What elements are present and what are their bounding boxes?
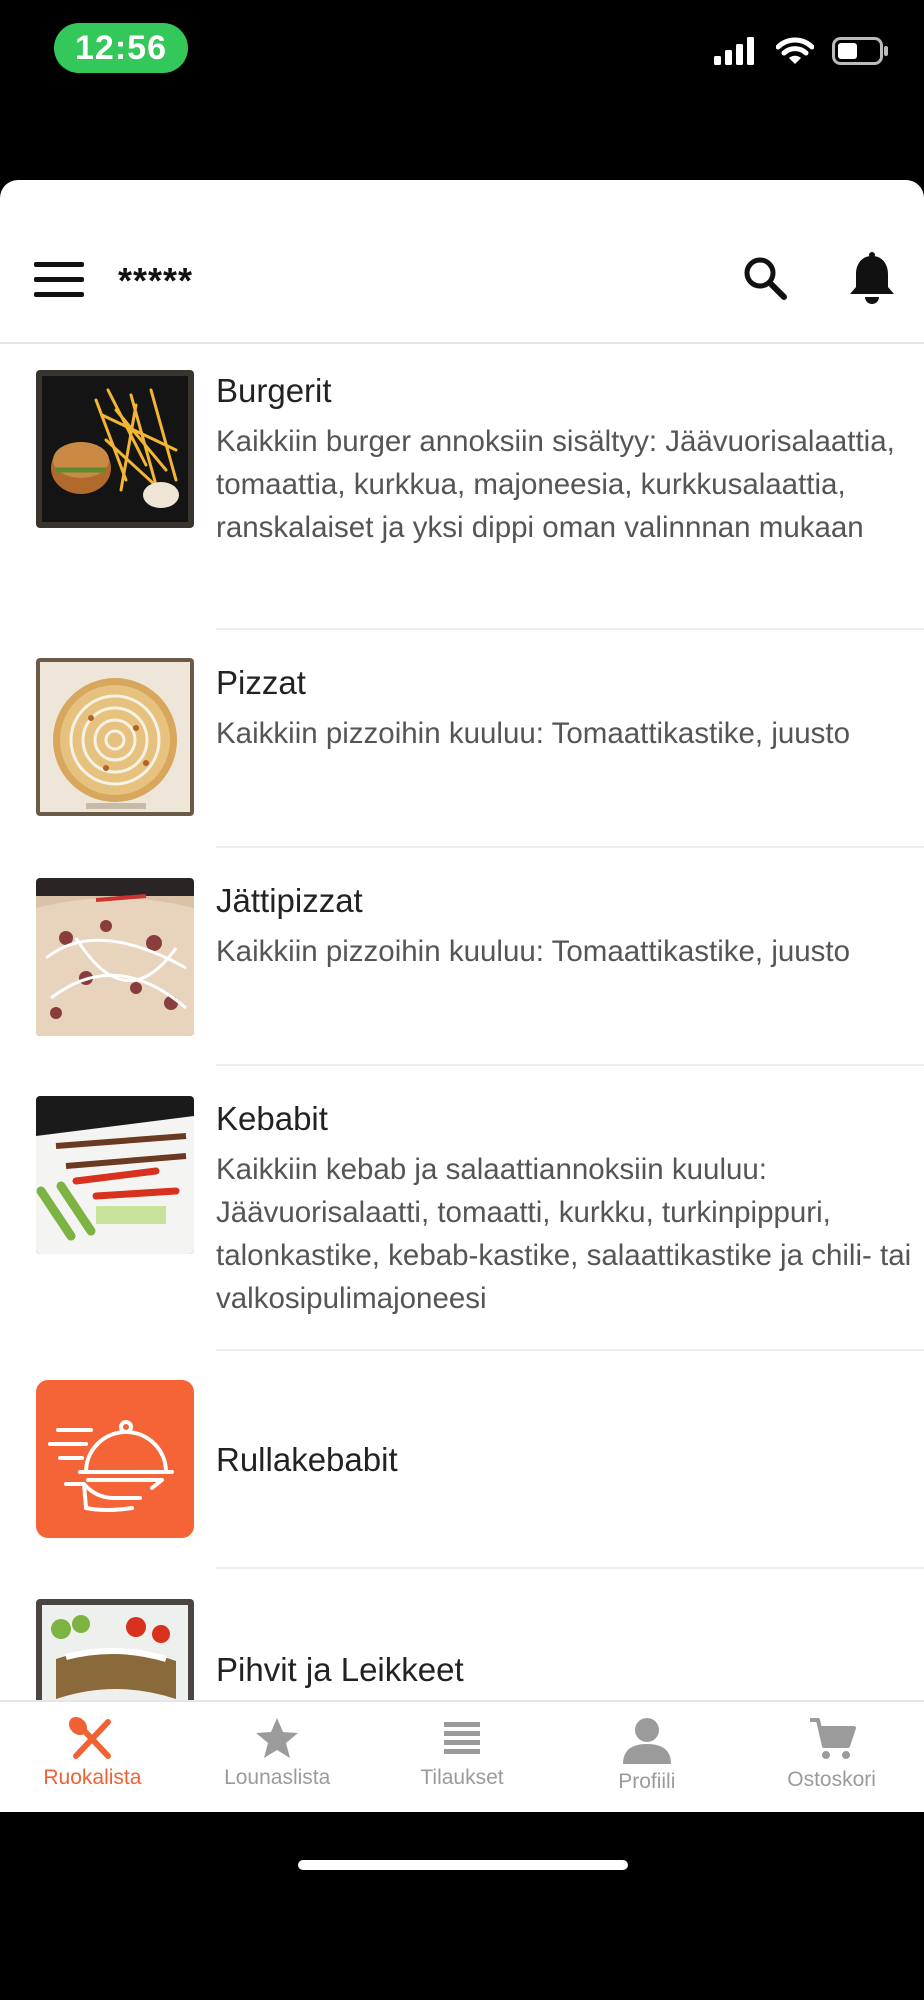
category-title: Burgerit bbox=[216, 372, 332, 409]
category-description: Kaikkiin burger annoksiin sisältyy: Jääv… bbox=[216, 425, 895, 544]
status-bar: 12:56 bbox=[0, 0, 924, 110]
category-item[interactable]: Jättipizzat Kaikkiin pizzoihin kuuluu: T… bbox=[0, 848, 924, 1066]
status-icons bbox=[714, 36, 890, 66]
category-item[interactable]: Pizzat Kaikkiin pizzoihin kuuluu: Tomaat… bbox=[0, 630, 924, 848]
cart-icon bbox=[809, 1718, 856, 1759]
fork-knife-icon bbox=[69, 1716, 112, 1759]
tab-label: Profiili bbox=[618, 1770, 676, 1793]
category-description: Kaikkiin pizzoihin kuuluu: Tomaattikasti… bbox=[216, 935, 851, 968]
category-item[interactable]: Burgerit Kaikkiin burger annoksiin sisäl… bbox=[0, 344, 924, 630]
status-time: 12:56 bbox=[54, 23, 188, 73]
app-screen: ***** Burgerit Kaikkiin burger annoksiin… bbox=[0, 180, 924, 1812]
category-list: Burgerit Kaikkiin burger annoksiin sisäl… bbox=[0, 344, 924, 1787]
tab-label: Ostoskori bbox=[787, 1768, 876, 1791]
tab-lounaslista[interactable]: Lounaslista bbox=[185, 1702, 370, 1812]
app-header: ***** bbox=[0, 180, 924, 344]
serving-cloche-icon bbox=[36, 1380, 194, 1538]
cellular-signal-icon bbox=[714, 37, 754, 65]
pizza-photo bbox=[36, 658, 194, 816]
category-title: Pihvit ja Leikkeet bbox=[216, 1651, 464, 1688]
person-icon bbox=[622, 1718, 671, 1764]
burger-photo bbox=[36, 370, 194, 528]
wifi-icon bbox=[776, 37, 814, 64]
category-item[interactable]: Rullakebabit bbox=[0, 1351, 924, 1569]
star-icon bbox=[256, 1718, 299, 1758]
category-title: Kebabit bbox=[216, 1100, 328, 1137]
tab-label: Ruokalista bbox=[43, 1766, 142, 1789]
category-description: Kaikkiin pizzoihin kuuluu: Tomaattikasti… bbox=[216, 717, 851, 750]
tab-label: Lounaslista bbox=[224, 1766, 331, 1789]
tab-label: Tilaukset bbox=[420, 1766, 504, 1789]
category-title: Jättipizzat bbox=[216, 882, 363, 919]
menu-icon bbox=[34, 262, 84, 267]
tab-ostoskori[interactable]: Ostoskori bbox=[739, 1702, 924, 1812]
restaurant-name: ***** bbox=[118, 260, 194, 301]
menu-button[interactable] bbox=[34, 262, 84, 298]
battery-icon bbox=[832, 37, 888, 65]
kebab-photo bbox=[36, 1096, 194, 1254]
category-description: Kaikkiin kebab ja salaattiannoksiin kuul… bbox=[216, 1153, 912, 1315]
giant-pizza-photo bbox=[36, 878, 194, 1036]
category-title: Pizzat bbox=[216, 664, 306, 701]
tab-ruokalista[interactable]: Ruokalista bbox=[0, 1702, 185, 1812]
list-icon bbox=[443, 1722, 480, 1754]
home-indicator[interactable] bbox=[298, 1860, 628, 1870]
tab-tilaukset[interactable]: Tilaukset bbox=[370, 1702, 555, 1812]
bottom-tab-bar: Ruokalista Lounaslista Tilaukset Profiil… bbox=[0, 1700, 924, 1812]
category-item[interactable]: Kebabit Kaikkiin kebab ja salaattiannoks… bbox=[0, 1066, 924, 1351]
bell-icon[interactable] bbox=[846, 252, 898, 306]
search-icon[interactable] bbox=[741, 254, 789, 302]
category-title: Rullakebabit bbox=[216, 1441, 398, 1478]
tab-profiili[interactable]: Profiili bbox=[554, 1702, 739, 1812]
